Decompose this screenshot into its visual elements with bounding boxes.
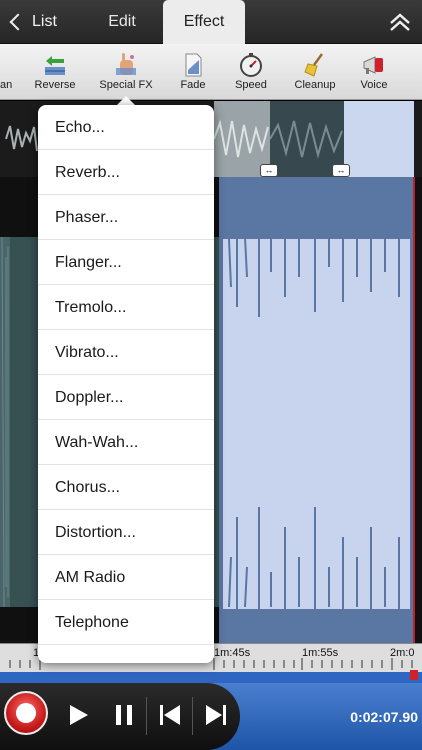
overview-selection-region (344, 101, 414, 177)
stopwatch-icon (240, 53, 262, 77)
top-nav-bar: List Edit Effect (0, 0, 422, 44)
skip-to-end-icon (206, 705, 222, 725)
play-icon (70, 705, 88, 725)
reverse-arrows-icon (45, 56, 65, 75)
toolbar-voice-label: Voice (360, 79, 388, 91)
menu-item-wah-wah[interactable]: Wah-Wah... (38, 420, 214, 465)
toolbar-pan-button[interactable]: an (0, 44, 26, 100)
menu-item-tremolo[interactable]: Tremolo... (38, 285, 214, 330)
toolbar-cleanup-label: Cleanup (294, 79, 336, 91)
tab-edit[interactable]: Edit (80, 0, 164, 44)
playback-time: 0:02:07.90 (350, 709, 418, 725)
magic-hand-icon (116, 53, 136, 75)
toolbar-voice-button[interactable]: Voice (352, 44, 396, 100)
timeline-label: 1m:45s (214, 647, 251, 659)
effects-toolbar: an Reverse Special FX Fade Speed Cleanup… (0, 44, 422, 100)
record-button[interactable] (4, 691, 48, 735)
toolbar-reverse-label: Reverse (34, 79, 76, 91)
menu-item-reverb[interactable]: Reverb... (38, 150, 214, 195)
selection-end-handle[interactable]: ↔ (332, 164, 350, 177)
tab-effect[interactable]: Effect (163, 0, 245, 44)
double-chevron-up-icon[interactable] (388, 10, 412, 34)
skip-to-end-button[interactable] (198, 695, 234, 735)
menu-item-distortion[interactable]: Distortion... (38, 510, 214, 555)
play-button[interactable] (60, 695, 96, 735)
broom-icon (304, 53, 324, 77)
record-icon (16, 703, 36, 723)
toolbar-reverse-button[interactable]: Reverse (29, 44, 81, 100)
menu-item-echo[interactable]: Echo... (38, 105, 214, 150)
back-label: List (32, 13, 57, 30)
menu-item-flanger[interactable]: Flanger... (38, 240, 214, 285)
transport-controls (0, 683, 240, 750)
timeline-label: 2m:0 (390, 647, 415, 659)
selection-start-handle[interactable]: ↔ (260, 164, 278, 177)
skip-to-start-icon (160, 705, 163, 725)
megaphone-icon (363, 56, 383, 74)
menu-item-doppler[interactable]: Doppler... (38, 375, 214, 420)
toolbar-speed-label: Speed (235, 79, 267, 91)
toolbar-pan-label: an (0, 79, 13, 91)
selected-waveform-graphic (219, 177, 414, 643)
timeline-label: 1m:55s (302, 647, 339, 659)
pause-button[interactable] (106, 695, 142, 735)
chevron-left-icon (9, 13, 27, 31)
playhead-marker[interactable] (413, 177, 415, 643)
menu-item-vibrato[interactable]: Vibrato... (38, 330, 214, 375)
menu-item-phaser[interactable]: Phaser... (38, 195, 214, 240)
selected-region[interactable] (219, 177, 414, 643)
special-fx-menu: Echo... Reverb... Phaser... Flanger... T… (38, 105, 214, 663)
toolbar-fade-label: Fade (180, 79, 206, 91)
toolbar-special-fx-button[interactable]: Special FX (96, 44, 156, 100)
pause-icon (116, 705, 121, 725)
toolbar-fade-button[interactable]: Fade (170, 44, 216, 100)
menu-item-am-radio[interactable]: AM Radio (38, 555, 214, 600)
skip-to-start-button[interactable] (152, 695, 188, 735)
menu-item-telephone[interactable]: Telephone (38, 600, 214, 645)
toolbar-special-fx-label: Special FX (99, 79, 153, 91)
toolbar-cleanup-button[interactable]: Cleanup (290, 44, 340, 100)
menu-item-chorus[interactable]: Chorus... (38, 465, 214, 510)
toolbar-speed-button[interactable]: Speed (228, 44, 274, 100)
back-button[interactable]: List (4, 0, 57, 44)
transport-bar: 0:02:07.90 (0, 683, 422, 750)
fade-document-icon (185, 53, 202, 77)
